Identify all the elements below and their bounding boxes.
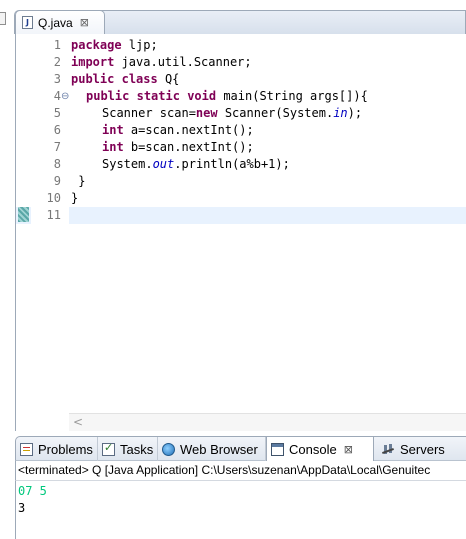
code-line: Scanner scan=new Scanner(System.in);	[102, 106, 363, 120]
tab-q-java[interactable]: J Q.java ⊠	[15, 10, 105, 34]
code-text-area[interactable]: package ljp; import java.util.Scanner; p…	[69, 34, 466, 413]
line-number: 10	[46, 191, 61, 205]
annotation-ruler	[16, 34, 31, 431]
tab-problems[interactable]: Problems	[16, 437, 98, 461]
line-number: 9	[53, 174, 61, 188]
code-line: int a=scan.nextInt();	[102, 123, 254, 137]
console-output-line: 3	[18, 501, 26, 515]
tab-label: Q.java	[38, 15, 73, 30]
editor-tab-bar: J Q.java ⊠	[0, 0, 466, 34]
code-line: System.out.println(a%b+1);	[102, 157, 290, 171]
scroll-left-arrow-icon[interactable]: <	[73, 415, 83, 429]
tab-tasks-label: Tasks	[120, 441, 154, 457]
java-file-icon: J	[22, 16, 33, 29]
code-line: }	[71, 191, 79, 205]
close-tab-icon[interactable]: ⊠	[80, 16, 89, 29]
line-number: 4	[53, 89, 61, 103]
line-number: 3	[53, 72, 61, 86]
code-line: public class Q{	[71, 72, 180, 86]
tab-web-browser-label: Web Browser	[180, 441, 258, 457]
line-number: 11	[46, 208, 61, 222]
tab-servers[interactable]: Servers	[378, 437, 466, 461]
servers-icon	[382, 443, 395, 456]
line-number: 1	[53, 38, 61, 52]
line-number: 6	[53, 123, 61, 137]
code-editor[interactable]: 1 2 3 4 ⊖ 5 6 7 8 9 10 11 package ljp; i…	[15, 34, 466, 431]
code-line: }	[71, 174, 86, 188]
console-input-line: 07 5	[18, 484, 47, 498]
line-number: 2	[53, 55, 61, 69]
line-number: 5	[53, 106, 61, 120]
bottom-panel-tab-bar: Problems Tasks Web Browser Console ⊠ Ser…	[15, 436, 466, 461]
code-line: public static void main(String args[]){	[86, 89, 368, 103]
globe-icon	[162, 442, 175, 456]
line-number: 8	[53, 157, 61, 171]
line-number-gutter: 1 2 3 4 ⊖ 5 6 7 8 9 10 11	[31, 34, 69, 413]
code-line: import java.util.Scanner;	[71, 55, 252, 69]
console-process-label: <terminated> Q [Java Application] C:\Use…	[15, 461, 466, 480]
left-margin	[0, 34, 15, 539]
quick-diff-change-marker	[18, 207, 29, 222]
tab-web-browser[interactable]: Web Browser	[158, 437, 266, 461]
tab-problems-label: Problems	[38, 441, 93, 457]
console-icon	[271, 442, 284, 456]
tab-console-label: Console	[289, 441, 337, 457]
line-number: 7	[53, 140, 61, 154]
console-output[interactable]: 07 5 3	[15, 480, 466, 539]
horizontal-scrollbar[interactable]: <	[69, 413, 466, 431]
close-console-icon[interactable]: ⊠	[344, 443, 353, 456]
tab-servers-label: Servers	[400, 441, 445, 457]
code-line: int b=scan.nextInt();	[102, 140, 254, 154]
tab-console[interactable]: Console ⊠	[266, 437, 374, 461]
code-line: package ljp;	[71, 38, 158, 52]
tasks-icon	[102, 441, 115, 456]
tab-tasks[interactable]: Tasks	[98, 437, 158, 461]
problems-icon	[20, 442, 33, 456]
left-view-edge	[0, 0, 10, 34]
